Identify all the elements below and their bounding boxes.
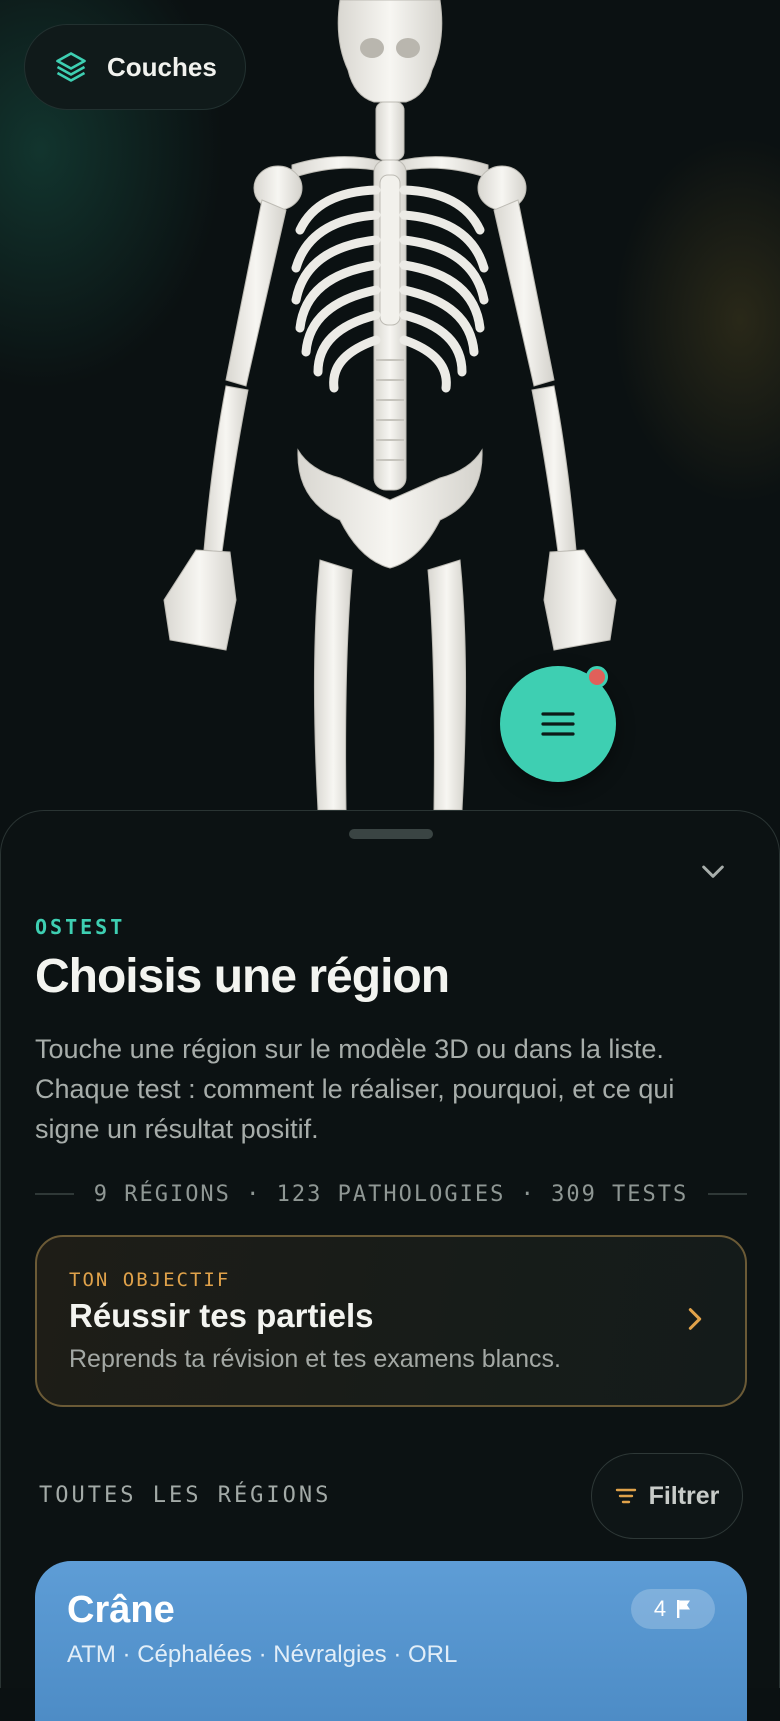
flag-icon [677,1600,691,1618]
region-tags: ATM · Céphalées · Névralgies · ORL [67,1641,458,1668]
layers-icon [56,52,86,82]
goal-card[interactable]: TON OBJECTIF Réussir tes partiels Repren… [35,1235,747,1407]
stats-row: 9 RÉGIONS · 123 PATHOLOGIES · 309 TESTS [35,1179,747,1209]
filter-button[interactable]: Filtrer [591,1453,743,1539]
region-card-crane[interactable]: Crâne ATM · Céphalées · Névralgies · ORL… [35,1561,747,1721]
goal-subtitle: Reprends ta révision et tes examens blan… [69,1345,561,1373]
page-title: Choisis une région [35,950,450,1003]
skeleton-model[interactable] [0,0,780,830]
layers-button[interactable]: Couches [24,24,246,110]
sheet-drag-handle[interactable] [349,829,433,839]
app-eyebrow: OSTEST [35,915,126,939]
goal-title: Réussir tes partiels [69,1297,374,1334]
region-bottom-sheet: OSTEST Choisis une région Touche une rég… [0,810,780,1721]
notification-dot [586,666,608,688]
filter-icon [615,1488,636,1504]
region-count: 4 [653,1596,667,1621]
layers-button-label: Couches [107,51,217,82]
section-label: TOUTES LES RÉGIONS [39,1483,332,1508]
skull-bone [337,0,443,103]
goal-kicker: TON OBJECTIF [69,1269,231,1291]
region-name: Crâne [67,1589,175,1631]
page-description: Touche une région sur le modèle 3D ou da… [35,1034,675,1144]
region-count-badge: 4 [631,1589,715,1629]
stats-summary: 9 RÉGIONS · 123 PATHOLOGIES · 309 TESTS [93,1181,689,1207]
filter-button-label: Filtrer [648,1481,720,1510]
divider [708,1193,747,1195]
anatomy-3d-viewer[interactable]: Couches [0,0,780,830]
divider [35,1193,74,1195]
chevron-right-icon [688,1308,702,1330]
menu-icon [541,712,575,736]
chevron-down-icon[interactable] [697,855,729,887]
